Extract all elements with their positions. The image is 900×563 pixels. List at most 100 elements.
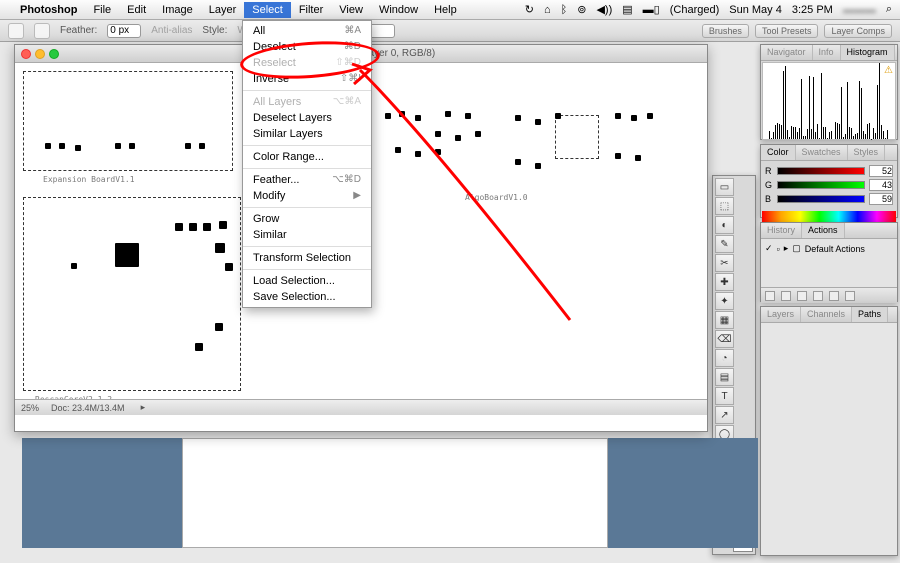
tool-3[interactable]: ✎ [715,235,734,253]
menu-item-all-layers: All Layers⌥⌘A [243,94,371,110]
battery-icon: ▬▯ [641,3,662,16]
r-slider[interactable] [777,167,865,175]
tool-2[interactable]: ◐ [715,216,734,234]
tab-actions[interactable]: Actions [802,223,845,238]
pcb-pad [415,115,421,121]
tab-history[interactable]: History [761,223,802,238]
pcb-pad [129,143,135,149]
menu-item-deselect-layers[interactable]: Deselect Layers [243,110,371,126]
tab-color[interactable]: Color [761,145,796,160]
stop-button[interactable] [765,291,775,301]
pcb-pad [175,223,183,231]
tool-7[interactable]: ▦ [715,311,734,329]
tab-histogram[interactable]: Histogram [841,45,895,60]
play-button[interactable] [797,291,807,301]
pcb-pad [115,143,121,149]
pad-outline [555,115,599,159]
tool-0[interactable]: ▭ [715,178,734,196]
trash-button[interactable] [845,291,855,301]
menu-item-similar[interactable]: Similar [243,227,371,243]
tool-6[interactable]: ✦ [715,292,734,310]
menu-layer[interactable]: Layer [201,2,245,18]
menu-help[interactable]: Help [426,2,465,18]
menu-item-load-selection-[interactable]: Load Selection... [243,273,371,289]
tool-10[interactable]: ▤ [715,368,734,386]
zoom-button[interactable] [49,49,59,59]
select-menu-dropdown: All⌘ADeselect⌘DReselect⇧⌘DInverse⇧⌘IAll … [242,20,372,308]
palette-layer-comps[interactable]: Layer Comps [824,24,892,38]
b-slider[interactable] [777,195,865,203]
tab-info[interactable]: Info [813,45,841,60]
marquee-shape-icon[interactable] [34,23,50,39]
tab-layers[interactable]: Layers [761,307,801,322]
actions-row[interactable]: ✓ ▫ ▸ ▢ Default Actions [765,243,893,254]
pcb-pad [195,343,203,351]
menu-item-save-selection-[interactable]: Save Selection... [243,289,371,305]
menu-item-modify[interactable]: Modify▶ [243,188,371,204]
options-right: Brushes Tool Presets Layer Comps [702,24,892,38]
tab-channels[interactable]: Channels [801,307,852,322]
doc-menu-chevron-icon[interactable]: ▸ [141,402,146,413]
record-button[interactable] [781,291,791,301]
menu-item-feather-[interactable]: Feather...⌥⌘D [243,172,371,188]
menu-item-transform-selection[interactable]: Transform Selection [243,250,371,266]
menu-filter[interactable]: Filter [291,2,331,18]
g-slider[interactable] [777,181,865,189]
tool-4[interactable]: ✂ [715,254,734,272]
spotlight-icon[interactable]: ⌕ [884,3,894,16]
close-button[interactable] [21,49,31,59]
tool-12[interactable]: ↗ [715,406,734,424]
menubar-right: ↻ ⌂ ᛒ ⊚ ◀)) ▤ ▬▯ (Charged) Sun May 4 3:2… [523,3,894,16]
tool-8[interactable]: ⌫ [715,330,734,348]
pcb-pad [647,113,653,119]
app-menu[interactable]: Photoshop [12,2,85,18]
menu-file[interactable]: File [85,2,119,18]
menu-item-grow[interactable]: Grow [243,211,371,227]
feather-label: Feather: [60,25,97,36]
tab-paths[interactable]: Paths [852,307,888,322]
tool-11[interactable]: T [715,387,734,405]
pcb-pad [445,111,451,117]
palette-tool-presets[interactable]: Tool Presets [755,24,819,38]
menu-item-color-range-[interactable]: Color Range... [243,149,371,165]
palette-brushes[interactable]: Brushes [702,24,749,38]
wifi-icon: ⊚ [575,3,588,16]
tool-1[interactable]: ⬚ [715,197,734,215]
zoom-level[interactable]: 25% [21,403,39,413]
menu-view[interactable]: View [331,2,371,18]
pcb-pad [71,263,77,269]
new-set-button[interactable] [813,291,823,301]
caption-1: Expansion BoardV1.1 [43,175,135,184]
pcb-pad [615,113,621,119]
clock-time: 3:25 PM [790,4,835,16]
new-action-button[interactable] [829,291,839,301]
pcb-pad [635,155,641,161]
r-input[interactable] [869,165,893,177]
pcb-pad [395,147,401,153]
pcb-pad [615,153,621,159]
menu-select[interactable]: Select [244,2,291,18]
bg-margin-left [22,438,182,548]
g-input[interactable] [869,179,893,191]
warning-icon[interactable]: ⚠ [884,65,893,76]
g-label: G [765,180,773,190]
tool-preset-icon[interactable] [8,23,24,39]
menu-item-inverse[interactable]: Inverse⇧⌘I [243,71,371,87]
menu-item-all[interactable]: All⌘A [243,23,371,39]
pcb-pad [435,131,441,137]
pcb-pad [435,149,441,155]
minimize-button[interactable] [35,49,45,59]
feather-input[interactable] [107,24,141,38]
menu-image[interactable]: Image [154,2,201,18]
menu-item-similar-layers[interactable]: Similar Layers [243,126,371,142]
tab-navigator[interactable]: Navigator [761,45,813,60]
menu-item-deselect[interactable]: Deselect⌘D [243,39,371,55]
pcb-pad [203,223,211,231]
tab-styles[interactable]: Styles [848,145,886,160]
menu-window[interactable]: Window [371,2,426,18]
tab-swatches[interactable]: Swatches [796,145,848,160]
b-input[interactable] [869,193,893,205]
tool-9[interactable]: ◔ [715,349,734,367]
menu-edit[interactable]: Edit [119,2,154,18]
tool-5[interactable]: ✚ [715,273,734,291]
